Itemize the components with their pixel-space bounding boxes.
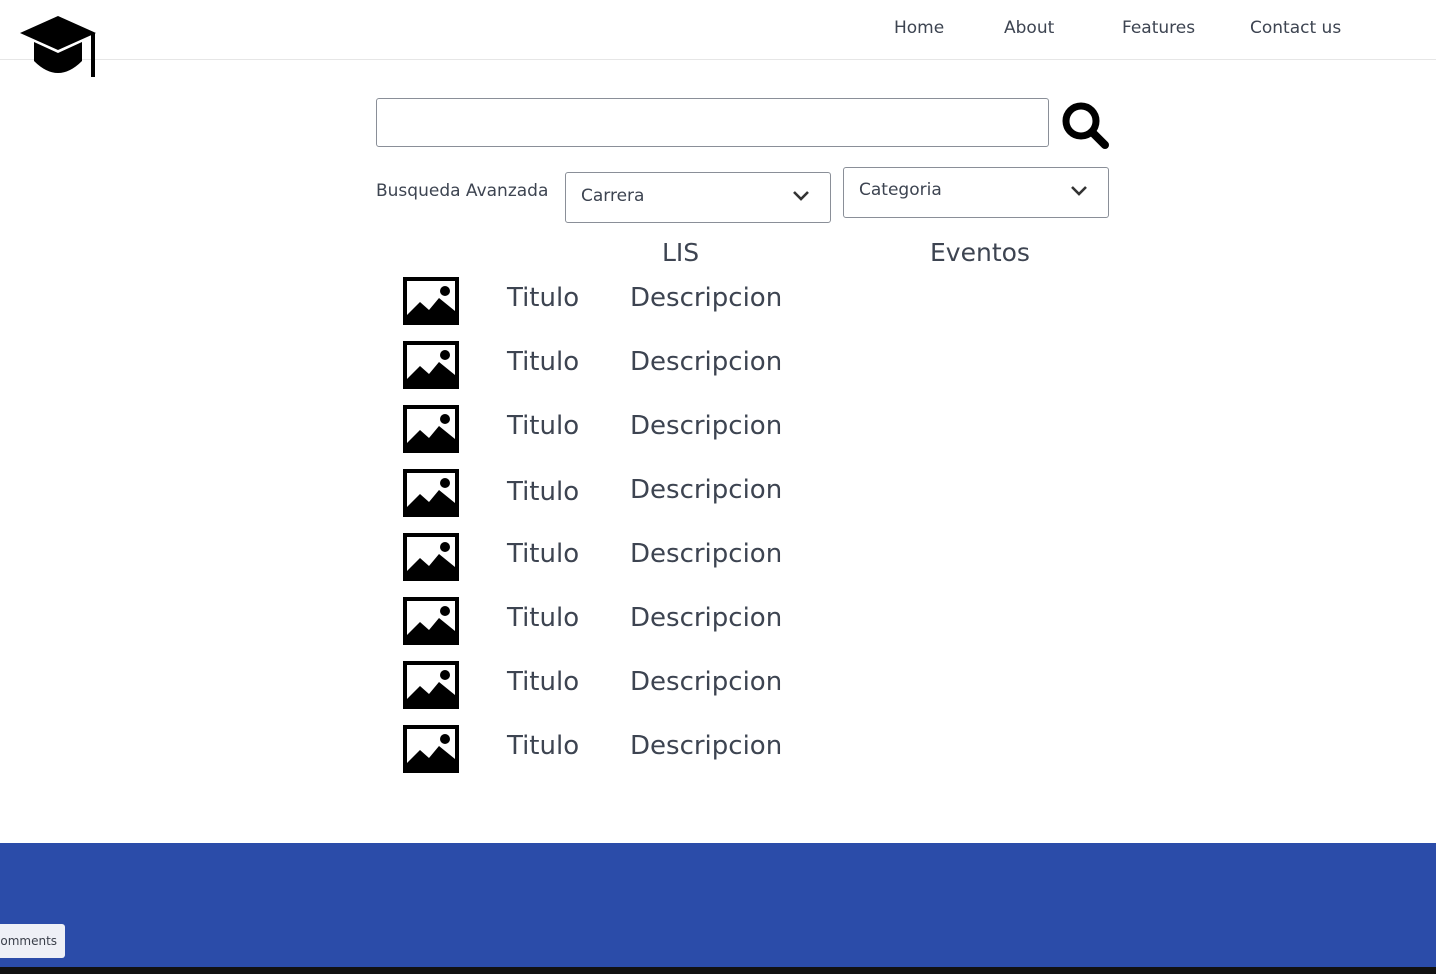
- list-item[interactable]: Titulo Descripcion: [403, 341, 823, 391]
- list-item[interactable]: Titulo Descripcion: [403, 277, 823, 327]
- footer-bottom-bar: [0, 967, 1436, 974]
- image-icon: [403, 469, 459, 517]
- item-title[interactable]: Titulo: [507, 477, 579, 507]
- item-description: Descripcion: [630, 283, 783, 313]
- item-title[interactable]: Titulo: [507, 347, 579, 377]
- carrera-select[interactable]: Carrera: [565, 172, 831, 223]
- item-title[interactable]: Titulo: [507, 411, 579, 441]
- item-title[interactable]: Titulo: [507, 603, 579, 633]
- list-item[interactable]: Titulo Descripcion: [403, 533, 823, 583]
- graduation-cap-icon[interactable]: [19, 15, 97, 79]
- list-item[interactable]: Titulo Descripcion: [403, 661, 823, 711]
- nav-features-link[interactable]: Features: [1122, 18, 1195, 38]
- categoria-select[interactable]: Categoria: [843, 167, 1109, 218]
- list-item[interactable]: Titulo Descripcion: [403, 405, 823, 455]
- item-description: Descripcion: [630, 475, 783, 505]
- nav-home-link[interactable]: Home: [894, 18, 944, 38]
- chevron-down-icon: [1071, 186, 1087, 196]
- item-title[interactable]: Titulo: [507, 283, 579, 313]
- list-item[interactable]: Titulo Descripcion: [403, 725, 823, 775]
- image-icon: [403, 341, 459, 389]
- image-icon: [403, 405, 459, 453]
- image-icon: [403, 661, 459, 709]
- list-item[interactable]: Titulo Descripcion: [403, 469, 823, 519]
- search-input[interactable]: [376, 98, 1049, 147]
- categoria-select-value: Categoria: [859, 180, 942, 200]
- chevron-down-icon: [793, 191, 809, 201]
- image-icon: [403, 277, 459, 325]
- item-description: Descripcion: [630, 539, 783, 569]
- image-icon: [403, 597, 459, 645]
- footer: [0, 843, 1436, 967]
- item-description: Descripcion: [630, 411, 783, 441]
- item-description: Descripcion: [630, 347, 783, 377]
- item-title[interactable]: Titulo: [507, 539, 579, 569]
- item-description: Descripcion: [630, 731, 783, 761]
- nav-about-link[interactable]: About: [1004, 18, 1054, 38]
- image-icon: [403, 725, 459, 773]
- search-icon[interactable]: [1060, 100, 1112, 152]
- item-title[interactable]: Titulo: [507, 667, 579, 697]
- eventos-heading: Eventos: [930, 238, 1030, 267]
- item-description: Descripcion: [630, 603, 783, 633]
- image-icon: [403, 533, 459, 581]
- list-item[interactable]: Titulo Descripcion: [403, 597, 823, 647]
- advanced-search-label: Busqueda Avanzada: [376, 181, 549, 201]
- carrera-select-value: Carrera: [581, 186, 645, 206]
- item-description: Descripcion: [630, 667, 783, 697]
- lis-heading: LIS: [662, 238, 700, 267]
- item-title[interactable]: Titulo: [507, 731, 579, 761]
- comments-button[interactable]: Comments: [0, 924, 65, 958]
- navbar: Home About Features Contact us: [0, 0, 1436, 77]
- nav-contact-link[interactable]: Contact us: [1250, 18, 1341, 38]
